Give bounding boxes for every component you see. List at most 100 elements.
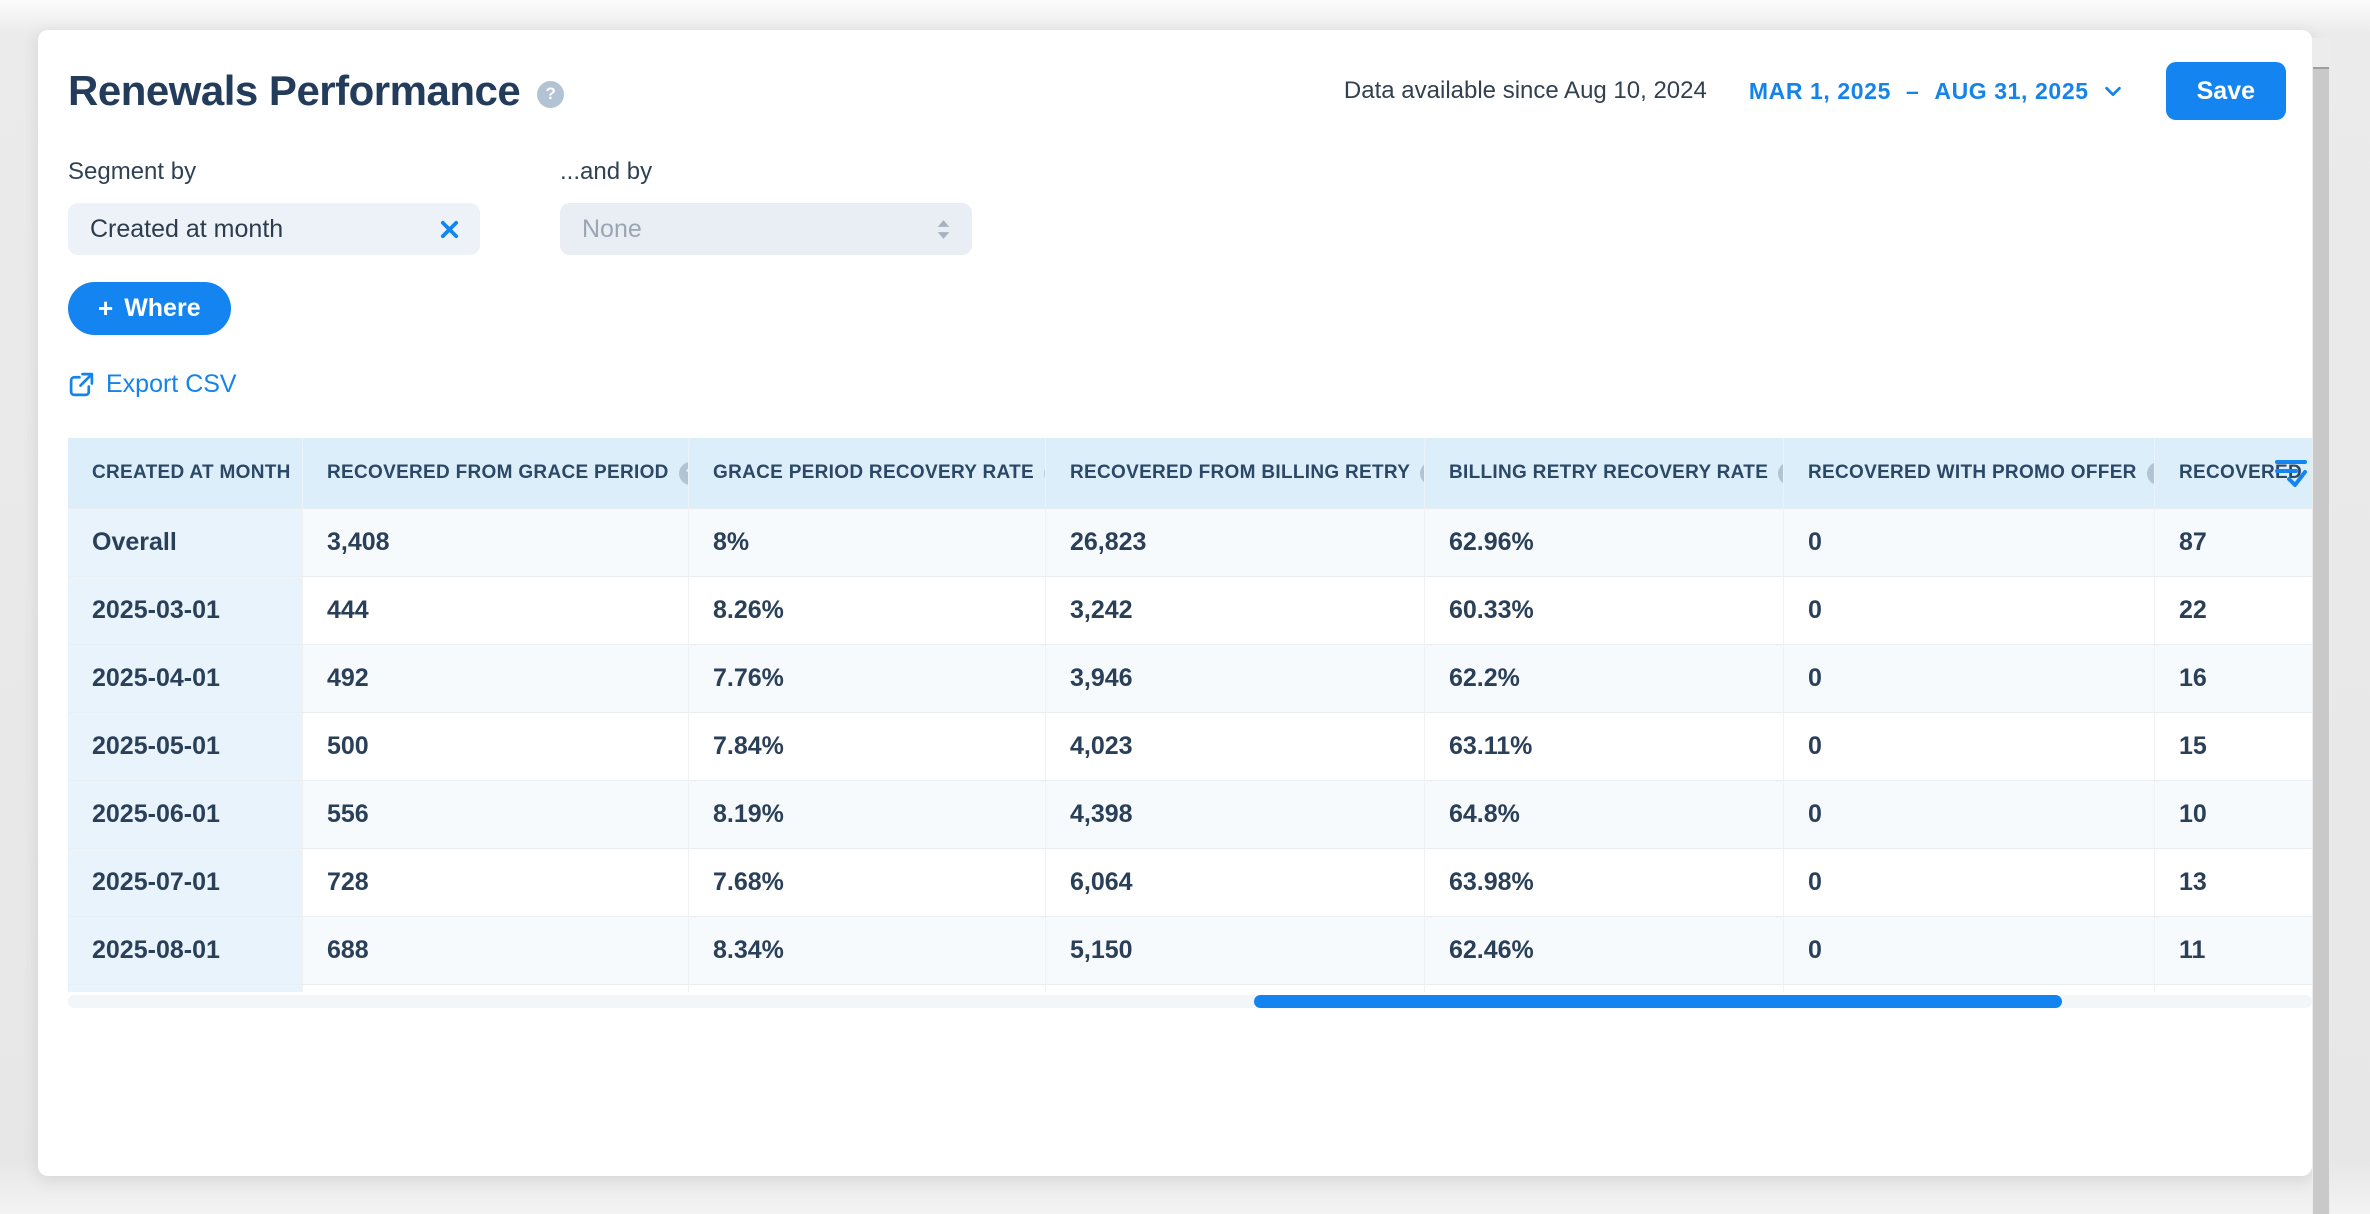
table-cell: 0: [1783, 576, 2154, 644]
export-csv-label: Export CSV: [106, 370, 237, 399]
help-icon[interactable]: ?: [1778, 462, 1783, 485]
table-cell: 62.96%: [1424, 508, 1783, 576]
horizontal-scrollbar-thumb[interactable]: [1254, 995, 2062, 1008]
save-button[interactable]: Save: [2166, 62, 2286, 120]
table-cell: 0: [1783, 712, 2154, 780]
table-cell: [1783, 984, 2154, 992]
column-label: RECOVERED FROM GRACE PERIOD: [327, 462, 669, 484]
table-cell: 7.68%: [688, 848, 1045, 916]
top-right-controls: Data available since Aug 10, 2024 MAR 1,…: [1344, 62, 2286, 120]
segment-by-label: Segment by: [68, 158, 480, 186]
column-label: CREATED AT MONTH: [92, 462, 291, 484]
table-cell: 26,823: [1045, 508, 1424, 576]
row-header-cell: 2025-06-01: [68, 780, 302, 848]
table-cell: 8%: [688, 508, 1045, 576]
table-cell: 62.2%: [1424, 644, 1783, 712]
table-cell: 7.76%: [688, 644, 1045, 712]
row-header-cell: 2025-07-01: [68, 848, 302, 916]
where-button[interactable]: + Where: [68, 282, 231, 335]
table-cell: 4,023: [1045, 712, 1424, 780]
table-cell: 688: [302, 916, 688, 984]
vertical-scrollbar-thumb[interactable]: [2313, 67, 2329, 1214]
horizontal-scrollbar[interactable]: [68, 995, 2312, 1008]
and-by-select[interactable]: None: [560, 203, 972, 255]
table-cell: [68, 984, 302, 992]
table-row: Overall3,4088%26,82362.96%087: [68, 508, 2312, 576]
table-cell: 11: [2154, 916, 2312, 984]
table-cell: 87: [2154, 508, 2312, 576]
table-row-partial: [68, 984, 2312, 992]
table-cell: [2154, 984, 2312, 992]
where-button-label: Where: [124, 294, 200, 323]
date-range-picker[interactable]: MAR 1, 2025 – AUG 31, 2025: [1749, 78, 2124, 105]
edit-columns-icon[interactable]: [2274, 455, 2308, 491]
renewals-performance-card: Renewals Performance ? Data available si…: [38, 30, 2312, 1176]
row-header-cell: 2025-08-01: [68, 916, 302, 984]
table-cell: 60.33%: [1424, 576, 1783, 644]
table-cell: 64.8%: [1424, 780, 1783, 848]
title-help-icon[interactable]: ?: [537, 81, 564, 108]
table-cell: 15: [2154, 712, 2312, 780]
table-cell: 0: [1783, 644, 2154, 712]
row-header-cell: 2025-03-01: [68, 576, 302, 644]
help-icon[interactable]: ?: [2147, 462, 2154, 485]
data-available-text: Data available since Aug 10, 2024: [1344, 77, 1707, 105]
table-row: 2025-04-014927.76%3,94662.2%016: [68, 644, 2312, 712]
table-cell: 6,064: [1045, 848, 1424, 916]
table-header-row: CREATED AT MONTH RECOVERED FROM GRACE PER…: [68, 438, 2312, 508]
segment-by-select[interactable]: Created at month: [68, 203, 480, 255]
table-cell: 62.46%: [1424, 916, 1783, 984]
row-header-cell: 2025-04-01: [68, 644, 302, 712]
vertical-scrollbar[interactable]: [2312, 38, 2330, 1214]
export-icon: [68, 371, 95, 398]
table-cell: 10: [2154, 780, 2312, 848]
clear-segment-icon[interactable]: [439, 219, 460, 240]
column-header-3[interactable]: RECOVERED FROM BILLING RETRY?: [1045, 438, 1424, 508]
column-header-1[interactable]: RECOVERED FROM GRACE PERIOD?: [302, 438, 688, 508]
table-cell: 4,398: [1045, 780, 1424, 848]
segment-by-group: Segment by Created at month: [68, 158, 480, 255]
table-cell: 0: [1783, 916, 2154, 984]
table-cell: 8.34%: [688, 916, 1045, 984]
help-icon[interactable]: ?: [679, 462, 688, 485]
table-cell: 22: [2154, 576, 2312, 644]
table-cell: 0: [1783, 780, 2154, 848]
table-cell: 8.26%: [688, 576, 1045, 644]
renewals-performance-page: { "header": { "title": "Renewals Perform…: [0, 0, 2370, 1214]
table-cell: 13: [2154, 848, 2312, 916]
column-header-0[interactable]: CREATED AT MONTH: [68, 438, 302, 508]
page-title: Renewals Performance: [68, 67, 520, 115]
and-by-group: ...and by None: [560, 158, 972, 255]
table-cell: 3,242: [1045, 576, 1424, 644]
date-range-end: AUG 31, 2025: [1934, 78, 2088, 105]
table-cell: 3,408: [302, 508, 688, 576]
table-row: 2025-05-015007.84%4,02363.11%015: [68, 712, 2312, 780]
column-header-2[interactable]: GRACE PERIOD RECOVERY RATE?: [688, 438, 1045, 508]
help-icon[interactable]: ?: [1420, 462, 1424, 485]
table-cell: 16: [2154, 644, 2312, 712]
segment-by-value: Created at month: [90, 215, 283, 244]
table-cell: 556: [302, 780, 688, 848]
row-header-cell: 2025-05-01: [68, 712, 302, 780]
renewals-data-table: CREATED AT MONTH RECOVERED FROM GRACE PER…: [68, 438, 2312, 992]
table-row: 2025-07-017287.68%6,06463.98%013: [68, 848, 2312, 916]
table-row: 2025-08-016888.34%5,15062.46%011: [68, 916, 2312, 984]
column-header-4[interactable]: BILLING RETRY RECOVERY RATE?: [1424, 438, 1783, 508]
table-cell: 444: [302, 576, 688, 644]
date-range-separator: –: [1906, 78, 1919, 105]
table-cell: 500: [302, 712, 688, 780]
plus-icon: +: [98, 295, 113, 321]
table-cell: [302, 984, 688, 992]
renewals-table: CREATED AT MONTH RECOVERED FROM GRACE PER…: [68, 438, 2312, 992]
column-header-5[interactable]: RECOVERED WITH PROMO OFFER?: [1783, 438, 2154, 508]
select-chevrons-icon: [935, 218, 952, 241]
table-cell: 63.11%: [1424, 712, 1783, 780]
and-by-value: None: [582, 215, 642, 244]
table-cell: [1424, 984, 1783, 992]
table-cell: [688, 984, 1045, 992]
table-cell: 0: [1783, 848, 2154, 916]
and-by-label: ...and by: [560, 158, 972, 186]
export-csv-link[interactable]: Export CSV: [68, 370, 237, 399]
table-cell: 492: [302, 644, 688, 712]
table-cell: 0: [1783, 508, 2154, 576]
